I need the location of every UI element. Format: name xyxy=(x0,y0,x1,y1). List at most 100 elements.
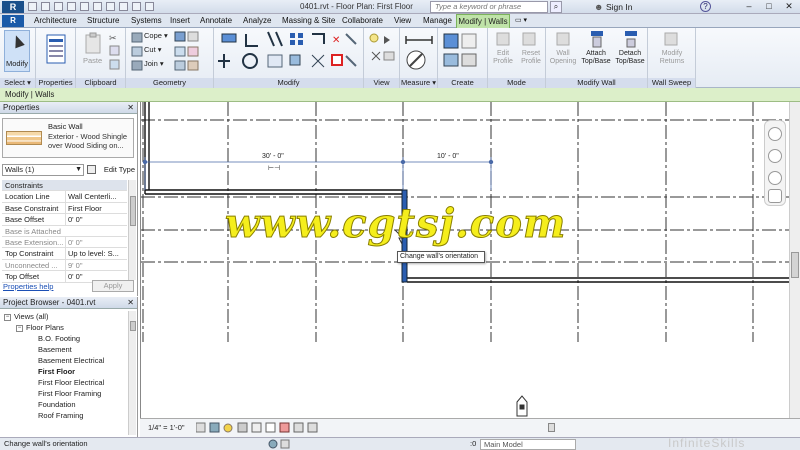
restore-button[interactable]: □ xyxy=(760,0,778,14)
2d-icon[interactable] xyxy=(768,189,782,203)
property-value[interactable]: 9' 0" xyxy=(65,259,127,271)
tab-modify-walls[interactable]: Modify | Walls xyxy=(456,14,510,29)
app-menu-button[interactable]: R xyxy=(2,1,24,13)
property-row[interactable]: Base Constraint First Floor xyxy=(2,202,127,215)
undo-icon[interactable] xyxy=(54,2,63,11)
search-icon[interactable]: ⌕ xyxy=(550,1,562,13)
geometry-right-icons[interactable] xyxy=(174,31,212,73)
properties-help-link[interactable]: Properties help xyxy=(3,282,53,291)
properties-scrollbar[interactable] xyxy=(128,180,136,280)
worksets-icon[interactable] xyxy=(268,439,298,450)
property-value[interactable]: 0' 0" xyxy=(65,214,127,225)
search-input[interactable]: Type a keyword or phrase xyxy=(430,1,548,13)
property-row[interactable]: Base Extension... 0' 0" xyxy=(2,236,127,249)
property-name: Top Offset xyxy=(5,272,40,282)
redo-icon[interactable] xyxy=(67,2,76,11)
measure-panel-label[interactable]: Measure ▾ xyxy=(400,78,437,88)
reset-profile-button[interactable]: Reset Profile xyxy=(517,50,545,66)
browser-item[interactable]: − Views (all) xyxy=(0,311,128,322)
edit-profile-button[interactable]: Edit Profile xyxy=(490,50,516,66)
select-panel-label[interactable]: Select ▾ xyxy=(0,78,35,88)
modify-tools[interactable]: ✕ xyxy=(218,30,360,74)
type-selector[interactable]: Basic Wall Exterior - Wood Shingle over … xyxy=(2,118,134,158)
tab-collaborate[interactable]: Collaborate xyxy=(342,16,383,25)
cut-geometry-button[interactable]: Cut ▾ xyxy=(144,45,162,54)
browser-item[interactable]: B.O. Footing xyxy=(0,333,128,344)
tab-annotate[interactable]: Annotate xyxy=(200,16,232,25)
close-icon[interactable]: ✕ xyxy=(127,297,134,309)
browser-scrollbar[interactable] xyxy=(128,311,136,435)
property-row[interactable]: Unconnected ... 9' 0" xyxy=(2,259,127,272)
tab-insert[interactable]: Insert xyxy=(170,16,190,25)
expand-toggle-icon[interactable]: − xyxy=(16,324,23,332)
modify-select-button[interactable]: Modify xyxy=(4,30,30,72)
apply-button[interactable]: Apply xyxy=(92,280,134,292)
geometry-panel-label: Geometry xyxy=(126,78,213,88)
close-button[interactable]: ✕ xyxy=(780,0,798,14)
browser-item[interactable]: First Floor Framing xyxy=(0,388,128,399)
edit-type-button[interactable]: Edit Type xyxy=(87,163,135,177)
view-tools[interactable] xyxy=(368,32,398,72)
file-tab[interactable]: R xyxy=(2,15,24,27)
properties-icon[interactable] xyxy=(46,34,66,64)
tab-massing-site[interactable]: Massing & Site xyxy=(282,16,335,25)
measure-icon[interactable] xyxy=(93,2,102,11)
canvas-scrollbar[interactable] xyxy=(789,102,800,418)
attach-top-base-button[interactable]: Attach Top/Base xyxy=(579,50,613,66)
view-scale[interactable]: 1/4" = 1'-0" xyxy=(148,423,185,432)
open-icon[interactable] xyxy=(28,2,37,11)
design-option-select[interactable]: Main Model xyxy=(480,439,576,450)
property-value[interactable]: Up to level: S... xyxy=(65,248,127,259)
section-icon[interactable] xyxy=(132,2,141,11)
text-icon[interactable] xyxy=(106,2,115,11)
instance-filter-select[interactable]: Walls (1) ▼ xyxy=(2,164,84,176)
browser-item[interactable]: First Floor xyxy=(0,366,128,377)
tab-systems[interactable]: Systems xyxy=(131,16,162,25)
tab-manage[interactable]: Manage xyxy=(423,16,452,25)
minimize-button[interactable]: – xyxy=(740,0,758,14)
property-row[interactable]: Base is Attached xyxy=(2,226,127,237)
browser-item[interactable]: First Floor Electrical xyxy=(0,377,128,388)
attach-top-base-icon xyxy=(591,31,603,48)
thin-lines-icon[interactable] xyxy=(145,2,154,11)
tab-view[interactable]: View xyxy=(394,16,411,25)
browser-item[interactable]: − Floor Plans xyxy=(0,322,128,333)
property-value[interactable]: Wall Centerli... xyxy=(65,191,127,202)
tab-analyze[interactable]: Analyze xyxy=(243,16,271,25)
property-row[interactable]: Top Constraint Up to level: S... xyxy=(2,248,127,260)
browser-item[interactable]: Roof Framing xyxy=(0,410,128,421)
sign-in-button[interactable]: Sign In xyxy=(606,2,632,12)
modify-returns-button[interactable]: Modify Returns xyxy=(652,50,692,66)
paste-icon[interactable] xyxy=(84,32,102,54)
cope-button[interactable]: Cope ▾ xyxy=(144,31,168,40)
horizontal-scroll-handle[interactable] xyxy=(548,423,555,432)
help-icon[interactable]: ? xyxy=(700,1,711,12)
expand-toggle-icon[interactable]: − xyxy=(4,313,11,321)
measure-icon[interactable] xyxy=(404,32,434,72)
browser-item[interactable]: Basement xyxy=(0,344,128,355)
detach-top-base-button[interactable]: Detach Top/Base xyxy=(613,50,647,66)
view-control-icons[interactable] xyxy=(196,422,356,434)
wall-opening-button[interactable]: Wall Opening xyxy=(548,50,578,66)
3d-view-icon[interactable] xyxy=(119,2,128,11)
print-icon[interactable] xyxy=(80,2,89,11)
paste-button[interactable]: Paste xyxy=(83,56,102,65)
tab-architecture[interactable]: Architecture xyxy=(34,16,77,25)
steering-wheel-icon[interactable] xyxy=(768,149,782,163)
property-row[interactable]: Base Offset 0' 0" xyxy=(2,214,127,226)
property-row[interactable]: Location Line Wall Centerli... xyxy=(2,191,127,203)
close-icon[interactable]: ✕ xyxy=(127,102,134,114)
property-value[interactable]: 0' 0" xyxy=(65,236,127,248)
ribbon-toggle-icon[interactable]: ▭ ▾ xyxy=(515,16,527,24)
property-value[interactable]: First Floor xyxy=(65,202,127,214)
save-icon[interactable] xyxy=(41,2,50,11)
tab-structure[interactable]: Structure xyxy=(87,16,119,25)
zoom-icon[interactable] xyxy=(768,171,782,185)
property-group[interactable]: Constraints xyxy=(2,180,127,192)
join-button[interactable]: Join ▾ xyxy=(144,59,164,68)
modify-panel: ✕ Modify xyxy=(214,28,364,88)
viewcube-icon[interactable] xyxy=(768,127,782,141)
browser-item[interactable]: Foundation xyxy=(0,399,128,410)
create-tools[interactable] xyxy=(442,32,484,72)
browser-item[interactable]: Basement Electrical xyxy=(0,355,128,366)
